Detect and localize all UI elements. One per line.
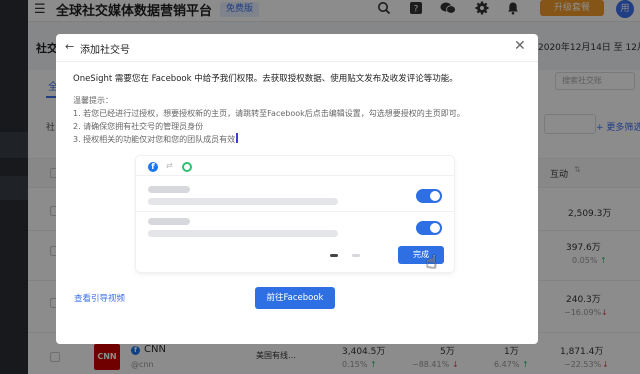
authorization-preview: f ⇄ 完成 ☝: [136, 156, 454, 272]
tip-item: 1. 若您已经进行过授权，想要授权新的主页，请跳转至Facebook后点击编辑设…: [73, 109, 465, 118]
pager-dot: [352, 254, 360, 257]
permission-toggle: [416, 221, 442, 235]
link-icon: ⇄: [166, 161, 173, 170]
tips-block: 温馨提示： 1. 若您已经进行过授权，想要授权新的主页，请跳转至Facebook…: [73, 94, 533, 146]
preview-done-button: 完成: [398, 246, 444, 264]
tip-item-with-caret: 3. 授权相关的功能仅对您和您的团队成员有效: [73, 133, 533, 146]
onesight-logo-icon: [182, 162, 192, 172]
text-caret: [236, 133, 239, 143]
skeleton-line: [148, 198, 338, 205]
modal-header: ← 添加社交号 ✕: [56, 34, 538, 62]
skeleton-line: [148, 218, 190, 225]
skeleton-line: [148, 230, 338, 237]
back-arrow-icon[interactable]: ←: [65, 40, 74, 53]
tips-title: 温馨提示：: [73, 96, 113, 105]
skeleton-line: [148, 186, 190, 193]
guide-video-link[interactable]: 查看引导视频: [74, 292, 125, 304]
add-social-account-dialog: ← 添加社交号 ✕ OneSight 需要您在 Facebook 中给予我们权限…: [56, 34, 538, 344]
modal-title: 添加社交号: [80, 45, 130, 56]
preview-topbar: f ⇄: [136, 156, 454, 176]
tip-item: 3. 授权相关的功能仅对您和您的团队成员有效: [73, 135, 236, 144]
pager-dot-active: [330, 254, 338, 257]
intro-text: OneSight 需要您在 Facebook 中给予我们权限。去获取授权数据、使…: [73, 74, 458, 84]
hand-pointer-icon: ☝: [426, 252, 437, 273]
preview-divider: [136, 211, 454, 212]
go-to-facebook-button[interactable]: 前往Facebook: [255, 287, 335, 309]
close-icon[interactable]: ✕: [514, 38, 526, 54]
tip-item: 2. 请确保您拥有社交号的管理员身份: [73, 122, 204, 131]
facebook-icon: f: [148, 162, 158, 172]
permission-toggle: [416, 189, 442, 203]
